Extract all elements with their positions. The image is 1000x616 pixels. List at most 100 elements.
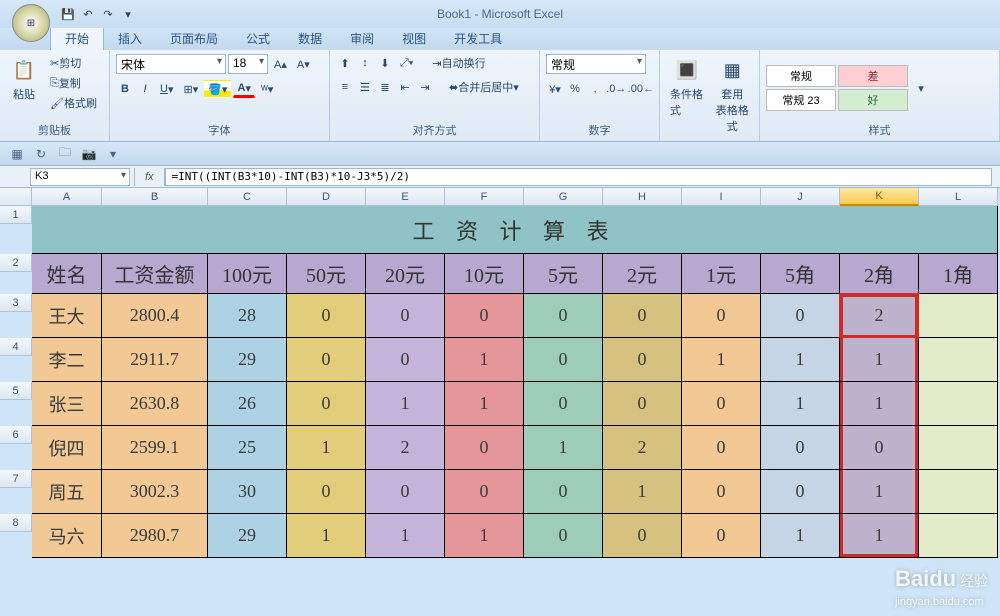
cell-r8-cK[interactable]: 1 xyxy=(840,514,919,558)
cell-r3-cE[interactable]: 0 xyxy=(366,294,445,338)
indent-increase-button[interactable]: ⇥ xyxy=(416,78,434,96)
cell-r4-cE[interactable]: 0 xyxy=(366,338,445,382)
office-button[interactable]: ⊞ xyxy=(12,4,50,42)
column-header-H[interactable]: H xyxy=(603,188,682,206)
shrink-font-button[interactable]: A▾ xyxy=(293,55,314,73)
cell-r3-cH[interactable]: 0 xyxy=(603,294,682,338)
cell-r5-cK[interactable]: 1 xyxy=(840,382,919,426)
cell-r6-cD[interactable]: 1 xyxy=(287,426,366,470)
tab-数据[interactable]: 数据 xyxy=(284,27,336,50)
column-header-L[interactable]: L xyxy=(919,188,998,206)
qa-icon-1[interactable]: ▦ xyxy=(8,145,26,163)
cell-r6-cF[interactable]: 0 xyxy=(445,426,524,470)
cell-r8-cF[interactable]: 1 xyxy=(445,514,524,558)
cell-r3-cF[interactable]: 0 xyxy=(445,294,524,338)
cell-r8-cI[interactable]: 0 xyxy=(682,514,761,558)
cell-r7-cA[interactable]: 周五 xyxy=(32,470,102,514)
sheet-title-cell[interactable]: 工 资 计 算 表 xyxy=(32,206,998,254)
header-cell-5[interactable]: 10元 xyxy=(445,254,524,294)
header-cell-3[interactable]: 50元 xyxy=(287,254,366,294)
align-middle-button[interactable]: ↕ xyxy=(356,54,374,72)
align-bottom-button[interactable]: ⬇ xyxy=(376,54,394,72)
comma-button[interactable]: , xyxy=(586,80,604,98)
tab-开始[interactable]: 开始 xyxy=(50,26,104,50)
fx-label[interactable]: fx xyxy=(134,168,165,186)
cell-r8-cA[interactable]: 马六 xyxy=(32,514,102,558)
cell-r4-cK[interactable]: 1 xyxy=(840,338,919,382)
cell-r3-cK[interactable]: 2 xyxy=(840,294,919,338)
cell-r7-cB[interactable]: 3002.3 xyxy=(102,470,208,514)
percent-button[interactable]: % xyxy=(566,80,584,98)
cell-r7-cE[interactable]: 0 xyxy=(366,470,445,514)
bold-button[interactable]: B xyxy=(116,80,134,98)
cell-r4-cL[interactable] xyxy=(919,338,998,382)
column-header-J[interactable]: J xyxy=(761,188,840,206)
cell-r6-cK[interactable]: 0 xyxy=(840,426,919,470)
phonetic-button[interactable]: ᵂ▾ xyxy=(257,80,277,98)
qat-dropdown-icon[interactable]: ▾ xyxy=(120,6,136,22)
header-cell-10[interactable]: 2角 xyxy=(840,254,919,294)
style-normal23[interactable]: 常规 23 xyxy=(766,89,836,111)
cell-r6-cL[interactable] xyxy=(919,426,998,470)
border-button[interactable]: ⊞▾ xyxy=(179,80,202,98)
align-top-button[interactable]: ⬆ xyxy=(336,54,354,72)
cell-r6-cC[interactable]: 25 xyxy=(208,426,287,470)
cell-r6-cA[interactable]: 倪四 xyxy=(32,426,102,470)
column-header-E[interactable]: E xyxy=(366,188,445,206)
column-header-B[interactable]: B xyxy=(102,188,208,206)
wrap-text-button[interactable]: ⇥ 自动换行 xyxy=(428,54,489,72)
cell-r7-cC[interactable]: 30 xyxy=(208,470,287,514)
cell-r8-cB[interactable]: 2980.7 xyxy=(102,514,208,558)
cell-r8-cJ[interactable]: 1 xyxy=(761,514,840,558)
conditional-format-button[interactable]: 🔳条件格式 xyxy=(666,54,708,138)
style-bad[interactable]: 差 xyxy=(838,65,908,87)
cell-r7-cJ[interactable]: 0 xyxy=(761,470,840,514)
column-header-A[interactable]: A xyxy=(32,188,102,206)
column-header-I[interactable]: I xyxy=(682,188,761,206)
styles-more-button[interactable]: ▾ xyxy=(912,66,930,110)
qat-undo-icon[interactable]: ↶ xyxy=(80,6,96,22)
cell-r5-cJ[interactable]: 1 xyxy=(761,382,840,426)
cut-button[interactable]: ✂ 剪切 xyxy=(46,54,85,72)
cell-r4-cC[interactable]: 29 xyxy=(208,338,287,382)
cell-r8-cC[interactable]: 29 xyxy=(208,514,287,558)
cell-r7-cF[interactable]: 0 xyxy=(445,470,524,514)
cell-r4-cF[interactable]: 1 xyxy=(445,338,524,382)
cell-r3-cG[interactable]: 0 xyxy=(524,294,603,338)
cell-r7-cI[interactable]: 0 xyxy=(682,470,761,514)
cell-r3-cC[interactable]: 28 xyxy=(208,294,287,338)
row-header-2[interactable]: 2 xyxy=(0,254,32,272)
spreadsheet-grid[interactable]: ABCDEFGHIJKL1工 资 计 算 表2姓名工资金额100元50元20元1… xyxy=(0,188,1000,558)
cell-r6-cH[interactable]: 2 xyxy=(603,426,682,470)
cell-r8-cL[interactable] xyxy=(919,514,998,558)
tab-页面布局[interactable]: 页面布局 xyxy=(156,27,232,50)
column-header-D[interactable]: D xyxy=(287,188,366,206)
cell-r3-cI[interactable]: 0 xyxy=(682,294,761,338)
qa-icon-3[interactable]: 🗀 xyxy=(56,145,74,163)
italic-button[interactable]: I xyxy=(136,80,154,98)
font-family-select[interactable]: 宋体 xyxy=(116,54,226,74)
tab-开发工具[interactable]: 开发工具 xyxy=(440,27,516,50)
cell-r4-cH[interactable]: 0 xyxy=(603,338,682,382)
currency-button[interactable]: ¥▾ xyxy=(546,80,564,98)
header-cell-6[interactable]: 5元 xyxy=(524,254,603,294)
align-center-button[interactable]: ☰ xyxy=(356,78,374,96)
cell-r5-cL[interactable] xyxy=(919,382,998,426)
cell-r5-cB[interactable]: 2630.8 xyxy=(102,382,208,426)
qa-dropdown[interactable]: ▾ xyxy=(104,145,122,163)
cell-r4-cD[interactable]: 0 xyxy=(287,338,366,382)
row-header-1[interactable]: 1 xyxy=(0,206,32,224)
cell-r7-cH[interactable]: 1 xyxy=(603,470,682,514)
cell-r6-cJ[interactable]: 0 xyxy=(761,426,840,470)
qa-icon-2[interactable]: ↻ xyxy=(32,145,50,163)
cell-r6-cI[interactable]: 0 xyxy=(682,426,761,470)
cell-r6-cB[interactable]: 2599.1 xyxy=(102,426,208,470)
row-header-8[interactable]: 8 xyxy=(0,514,32,532)
cell-r3-cB[interactable]: 2800.4 xyxy=(102,294,208,338)
column-header-K[interactable]: K xyxy=(840,188,919,206)
cell-r8-cH[interactable]: 0 xyxy=(603,514,682,558)
cell-r8-cG[interactable]: 0 xyxy=(524,514,603,558)
name-box[interactable]: K3 xyxy=(30,168,130,186)
row-header-6[interactable]: 6 xyxy=(0,426,32,444)
indent-decrease-button[interactable]: ⇤ xyxy=(396,78,414,96)
